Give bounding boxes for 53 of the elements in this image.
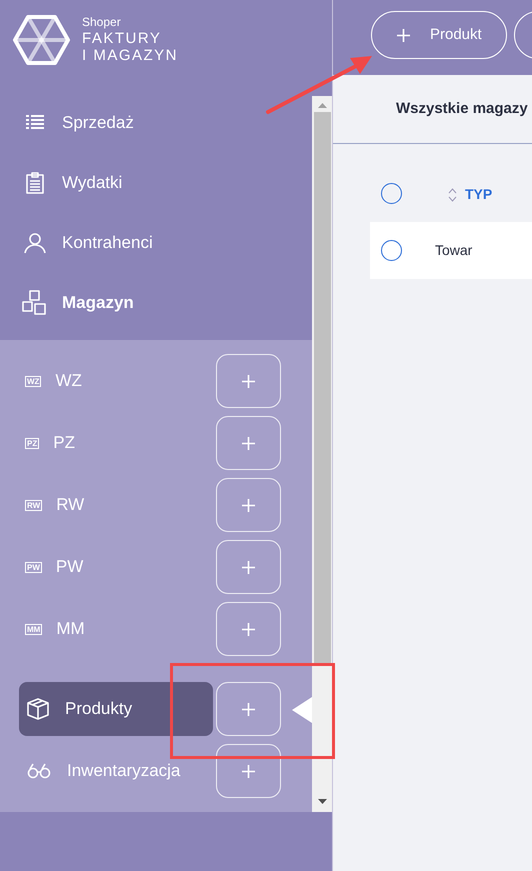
select-all-radio[interactable] (381, 182, 402, 204)
add-product-button[interactable]: Produkt (371, 11, 507, 59)
clipboard-icon (26, 172, 44, 194)
nav-item[interactable]: Sprzedaż (62, 110, 134, 136)
document-code-icon: PW (25, 562, 42, 572)
sort-icon[interactable] (448, 188, 457, 202)
add-button[interactable] (216, 416, 281, 470)
person-icon (24, 232, 46, 254)
document-code-icon: PZ (25, 438, 40, 448)
boxes-icon (21, 290, 49, 316)
hexagon-logo-icon (13, 15, 70, 65)
nav-item[interactable]: Kontrahenci (62, 230, 153, 256)
nav-item[interactable]: Inwentaryzacja (19, 744, 213, 798)
plus-icon (242, 436, 255, 450)
table-row[interactable]: Towar (370, 222, 532, 279)
plus-icon (242, 622, 255, 636)
plus-icon (242, 560, 255, 574)
scrollbar[interactable] (312, 96, 332, 812)
plus-icon (242, 498, 255, 512)
document-code-icon: WZ (25, 376, 42, 386)
plus-icon (242, 374, 255, 388)
plus-icon (242, 702, 255, 716)
warehouse-tab[interactable]: Wszystkie magazy (396, 98, 528, 120)
document-code-icon: MM (25, 624, 42, 634)
nav-item[interactable]: PZ PZ (19, 416, 213, 470)
scroll-thumb[interactable] (314, 112, 330, 665)
row-radio[interactable] (381, 240, 402, 261)
nav-item[interactable]: WZ WZ (19, 354, 213, 408)
plus-icon (397, 28, 410, 42)
list-icon (25, 114, 45, 132)
document-code-icon: RW (25, 500, 42, 510)
add-button[interactable] (216, 744, 281, 798)
nav-item[interactable]: MM MM (19, 602, 213, 656)
column-header[interactable]: TYP (465, 184, 492, 204)
add-button[interactable] (216, 478, 281, 532)
logo-brand: Shoper (82, 16, 122, 28)
add-button[interactable] (216, 602, 281, 656)
nav-item[interactable]: Wydatki (62, 170, 122, 196)
glasses-icon (27, 763, 51, 779)
table-cell-text: Towar (435, 241, 472, 260)
add-button[interactable] (216, 354, 281, 408)
nav-item[interactable]: RW RW (19, 478, 213, 532)
plus-icon (242, 764, 255, 778)
nav-item[interactable]: PW PW (19, 540, 213, 594)
box-icon (27, 698, 49, 720)
logo-title: I MAGAZYN (82, 48, 178, 63)
nav-item[interactable]: Magazyn (62, 290, 134, 316)
selected-nav-item[interactable]: Produkty (19, 682, 213, 736)
logo-title: FAKTURY (82, 31, 162, 46)
add-button[interactable] (216, 682, 281, 736)
add-button[interactable] (216, 540, 281, 594)
scroll-down-icon[interactable] (318, 799, 326, 804)
scroll-up-icon[interactable] (318, 103, 326, 108)
